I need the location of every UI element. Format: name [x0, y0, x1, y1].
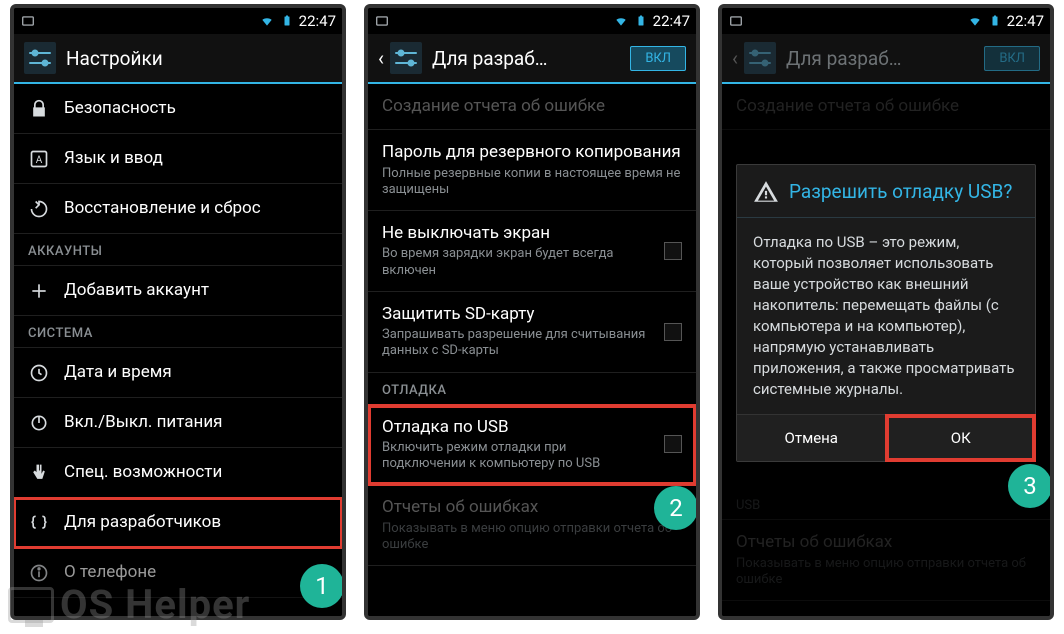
row-add-account[interactable]: Добавить аккаунт	[14, 266, 342, 316]
info-icon	[28, 562, 50, 584]
phone-screenshot-1: 22:47 Настройки Безопасность A Язык и вв…	[10, 4, 346, 620]
row-label: Для разработчиков	[64, 512, 328, 533]
row-stay-awake[interactable]: Не выключать экран Во время зарядки экра…	[368, 211, 696, 292]
dialog-header: Разрешить отладку USB?	[737, 165, 1035, 218]
row-label: Отчеты об ошибках	[382, 497, 682, 518]
row-developer-options[interactable]: Для разработчиков	[14, 498, 342, 548]
svg-text:A: A	[36, 155, 43, 166]
status-time: 22:47	[299, 12, 336, 30]
checkbox[interactable]	[664, 323, 682, 341]
warning-icon	[753, 179, 779, 205]
title-bar: ‹ Для разраб… ВКЛ	[368, 34, 696, 84]
hand-icon	[28, 462, 50, 484]
usb-debug-dialog: Разрешить отладку USB? Отладка по USB – …	[736, 164, 1036, 462]
row-label: Вкл./Выкл. питания	[64, 412, 328, 433]
wifi-icon	[613, 14, 629, 28]
row-label: Безопасность	[64, 98, 328, 119]
dialog-body: Отладка по USB – это режим, который позв…	[737, 218, 1035, 414]
phone-screenshot-2: 22:47 ‹ Для разраб… ВКЛ Создание отчета …	[364, 4, 700, 620]
restore-icon	[28, 198, 50, 220]
row-bug-reports-menu[interactable]: Отчеты об ошибках Показывать в меню опци…	[368, 485, 696, 566]
row-sub: Во время зарядки экран будет всегда вклю…	[382, 246, 650, 279]
title-bar: ‹ Для разраб… ВКЛ	[722, 34, 1050, 84]
title-bar: Настройки	[14, 34, 342, 84]
master-toggle: ВКЛ	[984, 46, 1040, 71]
lock-icon	[28, 98, 50, 120]
section-debugging: ОТЛАДКА	[368, 373, 696, 405]
row-sub: Запрашивать разрешение для считывания да…	[382, 327, 650, 360]
status-time: 22:47	[653, 12, 690, 30]
row-label: Защитить SD-карту	[382, 304, 650, 325]
phone-screenshot-3: 22:47 ‹ Для разраб… ВКЛ Создание отчета …	[718, 4, 1054, 620]
page-title: Настройки	[66, 47, 332, 70]
dialog-title: Разрешить отладку USB?	[789, 181, 1012, 204]
settings-app-icon	[24, 42, 56, 74]
row-sub: Полные резервные копии в настоящее время…	[382, 166, 682, 199]
row-sub: Включить режим отладки при подключении к…	[382, 440, 650, 473]
plus-icon	[28, 280, 50, 302]
row-label: О телефоне	[64, 562, 328, 583]
settings-app-icon[interactable]	[390, 42, 422, 74]
row-label: Язык и ввод	[64, 148, 328, 169]
status-time: 22:47	[1007, 12, 1044, 30]
row-backup-reset[interactable]: Восстановление и сброс	[14, 184, 342, 234]
page-title: Для разраб…	[786, 47, 974, 70]
section-accounts: АККАУНТЫ	[14, 234, 342, 266]
settings-list: Безопасность A Язык и ввод Восстановлени…	[14, 84, 342, 616]
row-sub: Показывать в меню опцию отправки отчета …	[382, 521, 682, 554]
step-badge-1: 1	[300, 564, 344, 608]
power-icon	[28, 412, 50, 434]
status-bar: 22:47	[722, 8, 1050, 34]
step-badge-2: 2	[654, 486, 698, 530]
row-label: Добавить аккаунт	[64, 280, 328, 301]
row-about-phone[interactable]: О телефоне	[14, 548, 342, 598]
master-toggle[interactable]: ВКЛ	[630, 46, 686, 71]
checkbox[interactable]	[664, 435, 682, 453]
wifi-icon	[967, 14, 983, 28]
section-system: СИСТЕМА	[14, 316, 342, 348]
wifi-icon	[259, 14, 275, 28]
screenshot-icon	[728, 14, 744, 28]
row-label: Не выключать экран	[382, 223, 650, 244]
row-label: Восстановление и сброс	[64, 198, 328, 219]
braces-icon	[28, 512, 50, 534]
row-label: Дата и время	[64, 362, 328, 383]
row-label: Спец. возможности	[64, 462, 328, 483]
battery-icon	[279, 14, 295, 28]
row-backup-password[interactable]: Пароль для резервного копирования Полные…	[368, 130, 696, 211]
row-bug-report[interactable]: Создание отчета об ошибке	[368, 84, 696, 130]
row-date-time[interactable]: Дата и время	[14, 348, 342, 398]
screenshot-icon	[374, 14, 390, 28]
battery-icon	[633, 14, 649, 28]
ok-button[interactable]: ОК	[886, 415, 1036, 461]
row-label: Отладка по USB	[382, 417, 650, 438]
dialog-buttons: Отмена ОК	[737, 414, 1035, 461]
row-protect-sd[interactable]: Защитить SD-карту Запрашивать разрешение…	[368, 292, 696, 373]
row-label: Пароль для резервного копирования	[382, 142, 682, 163]
cancel-button[interactable]: Отмена	[737, 415, 886, 461]
lang-icon: A	[28, 148, 50, 170]
row-accessibility[interactable]: Спец. возможности	[14, 448, 342, 498]
row-security[interactable]: Безопасность	[14, 84, 342, 134]
status-bar: 22:47	[14, 8, 342, 34]
row-usb-debugging[interactable]: Отладка по USB Включить режим отладки пр…	[368, 405, 696, 486]
developer-options-list: Создание отчета об ошибке Пароль для рез…	[368, 84, 696, 616]
row-language[interactable]: A Язык и ввод	[14, 134, 342, 184]
step-badge-3: 3	[1008, 464, 1052, 508]
checkbox[interactable]	[664, 242, 682, 260]
settings-app-icon	[744, 42, 776, 74]
status-bar: 22:47	[368, 8, 696, 34]
page-title: Для разраб…	[432, 47, 620, 70]
back-icon: ‹	[732, 46, 738, 70]
back-icon[interactable]: ‹	[378, 46, 384, 70]
clock-icon	[28, 362, 50, 384]
row-label: Создание отчета об ошибке	[382, 96, 682, 117]
screenshot-icon	[20, 14, 36, 28]
battery-icon	[987, 14, 1003, 28]
row-power-onoff[interactable]: Вкл./Выкл. питания	[14, 398, 342, 448]
